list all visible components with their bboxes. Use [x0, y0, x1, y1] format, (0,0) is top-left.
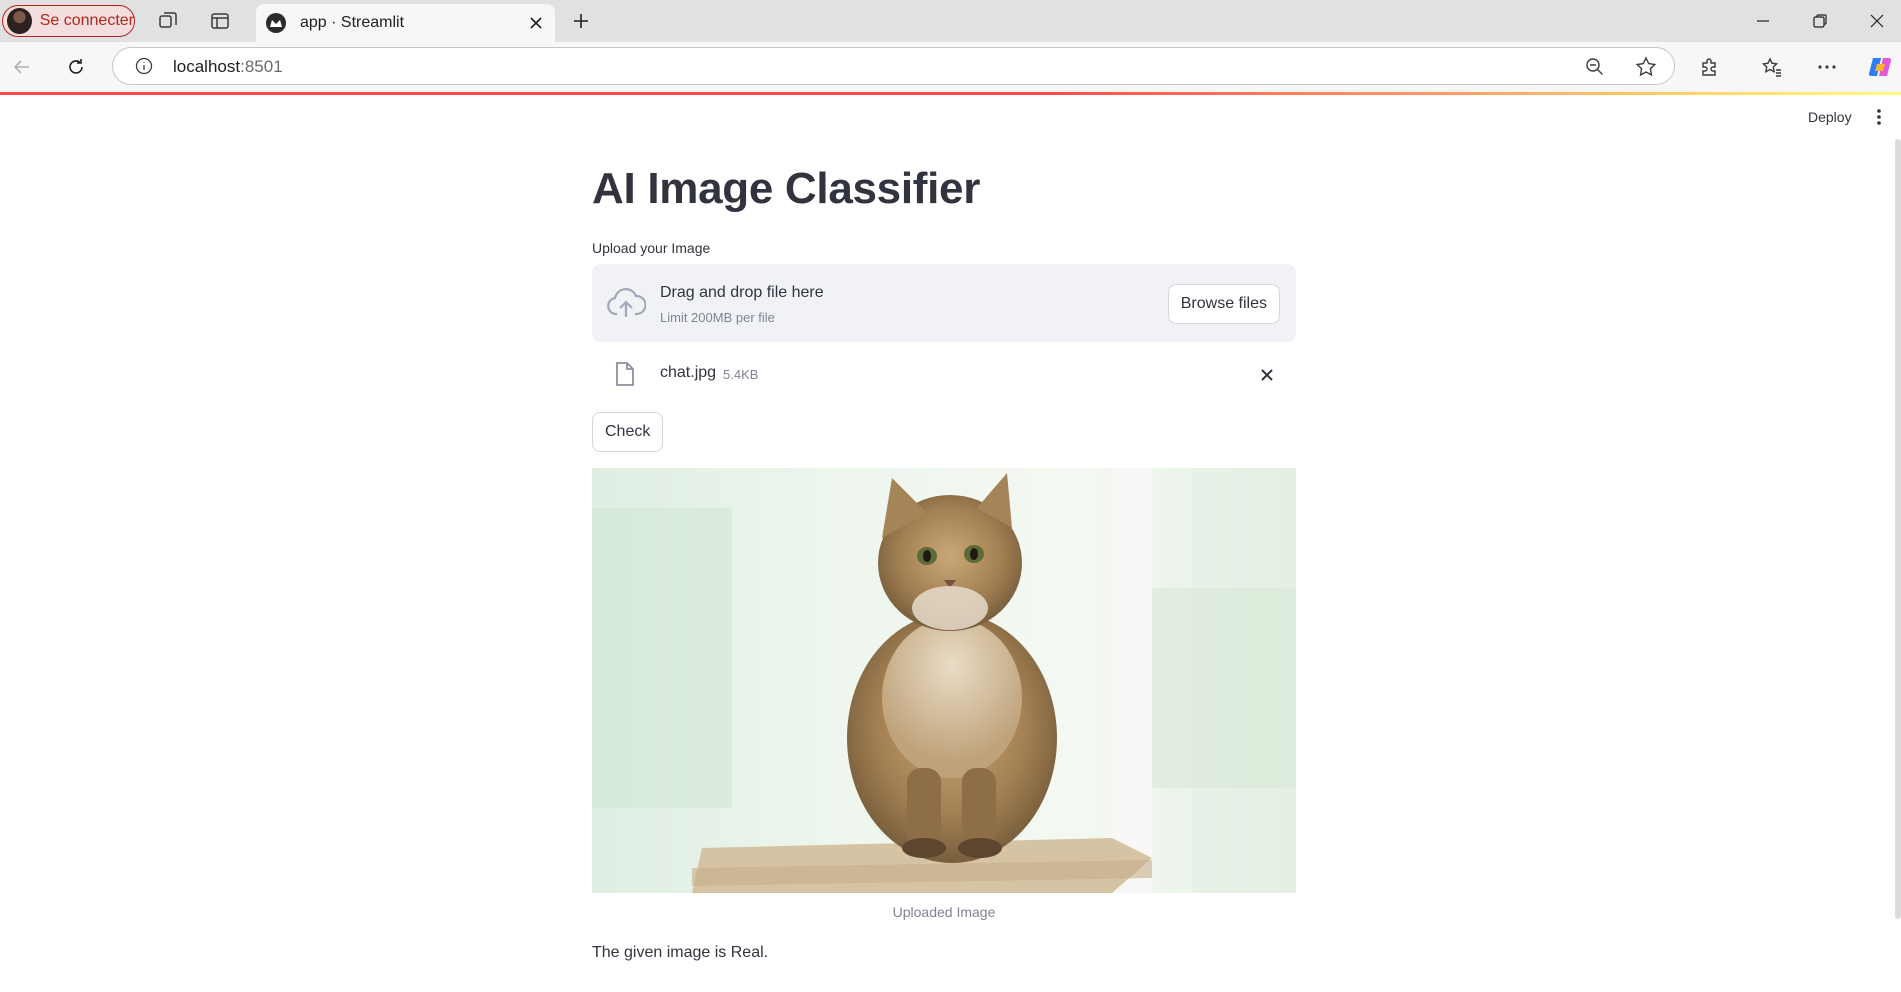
file-dropzone[interactable]: Drag and drop file here Limit 200MB per …: [592, 264, 1296, 342]
url-port: :8501: [240, 57, 283, 76]
check-button[interactable]: Check: [592, 412, 664, 452]
image-caption: Uploaded Image: [892, 904, 996, 920]
zoom-out-icon[interactable]: [1585, 57, 1605, 82]
restore-icon[interactable]: [1802, 3, 1838, 39]
main-menu-icon[interactable]: [1864, 104, 1894, 130]
file-size: 5.4KB: [723, 367, 759, 382]
profile-label: Se connecter: [39, 12, 134, 29]
workspaces-icon[interactable]: [150, 3, 186, 39]
tab-actions-icon[interactable]: [202, 3, 238, 39]
favorites-icon[interactable]: [1754, 49, 1790, 85]
refresh-icon[interactable]: [58, 49, 94, 85]
close-window-icon[interactable]: [1859, 3, 1895, 39]
browser-tab-bar: Se connecter app · Streamlit: [0, 0, 1901, 42]
classification-result: The given image is Real.: [592, 944, 769, 961]
tab-streamlit[interactable]: app · Streamlit: [256, 4, 555, 42]
scrollbar[interactable]: [1895, 139, 1901, 919]
cloud-upload-icon: [606, 284, 647, 324]
dropzone-limit: Limit 200MB per file: [660, 310, 775, 325]
deploy-button[interactable]: Deploy: [1800, 103, 1860, 131]
page-title: AI Image Classifier: [592, 164, 981, 213]
profile-avatar: [7, 8, 32, 34]
file-icon: [614, 361, 636, 387]
url-host: localhost: [173, 57, 241, 76]
file-name: chat.jpg: [660, 364, 717, 381]
streamlit-favicon-icon: [266, 13, 286, 33]
dropzone-instructions: Drag and drop file here: [660, 284, 824, 301]
copilot-icon[interactable]: [1862, 49, 1898, 85]
more-menu-icon[interactable]: [1809, 49, 1845, 85]
favorite-star-icon[interactable]: [1635, 56, 1657, 83]
app-header: Deploy: [0, 95, 1901, 139]
back-icon[interactable]: [4, 49, 40, 85]
profile-button[interactable]: Se connecter: [2, 5, 135, 37]
extensions-icon[interactable]: [1692, 49, 1728, 85]
address-bar[interactable]: localhost:8501: [112, 47, 1675, 85]
new-tab-icon[interactable]: [563, 3, 599, 39]
browser-toolbar: localhost:8501: [0, 42, 1901, 92]
close-tab-icon[interactable]: [521, 8, 551, 38]
remove-file-icon[interactable]: [1254, 362, 1280, 388]
uploader-label: Upload your Image: [592, 240, 711, 256]
url-text[interactable]: localhost:8501: [173, 57, 283, 77]
browse-files-button[interactable]: Browse files: [1167, 284, 1280, 324]
uploaded-file-item: chat.jpg 5.4KB: [592, 352, 1296, 396]
site-info-icon[interactable]: [135, 57, 153, 80]
minimize-icon[interactable]: [1745, 3, 1781, 39]
uploaded-image: [592, 468, 1296, 893]
tab-title: app · Streamlit: [300, 14, 405, 31]
